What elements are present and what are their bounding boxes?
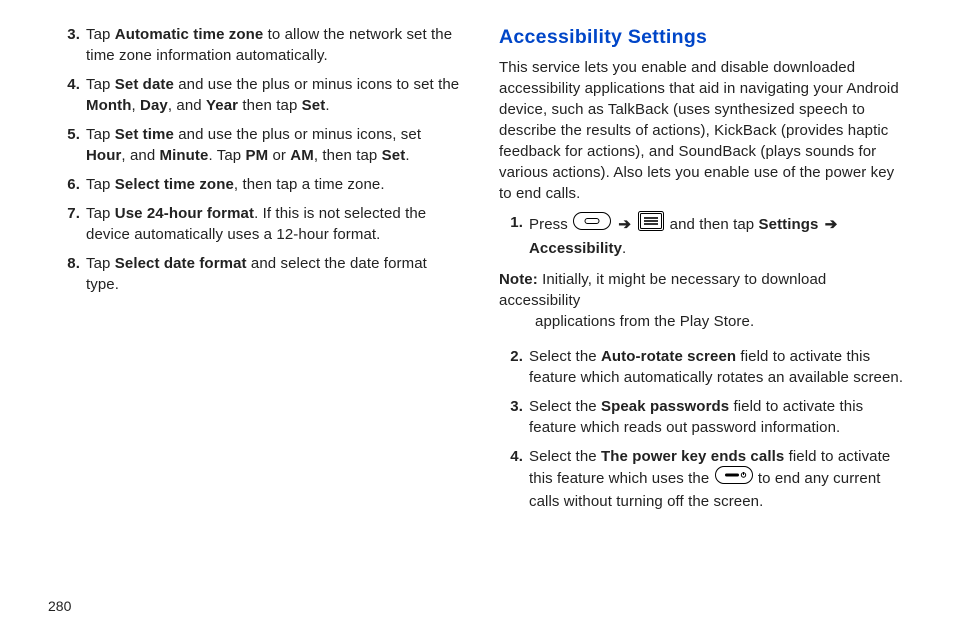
step-text: Tap Automatic time zone to allow the net… (86, 26, 452, 64)
step-number: 3. (499, 396, 523, 417)
note-label: Note: (499, 271, 538, 288)
note-text: Initially, it might be necessary to down… (499, 271, 826, 309)
step-number: 7. (56, 203, 80, 224)
accessibility-steps: 1. Press ➔ and then tap Settings ➔ Acces… (499, 212, 906, 259)
note-text-cont: applications from the Play Store. (499, 311, 906, 332)
accessibility-heading: Accessibility Settings (499, 24, 906, 51)
step-text: Select the Speak passwords field to acti… (529, 398, 863, 436)
step-number: 3. (56, 24, 80, 45)
step-text: Tap Use 24-hour format. If this is not s… (86, 205, 426, 243)
step-number: 8. (56, 253, 80, 274)
right-column: Accessibility Settings This service lets… (499, 24, 906, 626)
arrow-icon: ➔ (616, 216, 633, 233)
step-number: 5. (56, 124, 80, 145)
accessibility-steps-last: 4. Select the The power key ends calls f… (499, 446, 906, 512)
list-item: 7. Tap Use 24-hour format. If this is not… (56, 203, 463, 245)
home-key-icon (573, 212, 611, 236)
step-number: 6. (56, 174, 80, 195)
step-text: Select the The power key ends calls fiel… (529, 448, 890, 510)
list-item: 3. Tap Automatic time zone to allow the n… (56, 24, 463, 66)
step-number: 4. (499, 446, 523, 467)
list-item: 3. Select the Speak passwords field to ac… (499, 396, 906, 438)
page-number: 280 (48, 598, 71, 614)
step-text: Tap Select date format and select the da… (86, 255, 427, 293)
step-number: 2. (499, 346, 523, 367)
power-key-icon (715, 466, 753, 490)
date-time-steps: 3. Tap Automatic time zone to allow the n… (56, 24, 463, 295)
step-1: 1. Press ➔ and then tap Settings ➔ Acces… (499, 212, 906, 259)
step-number: 4. (56, 74, 80, 95)
list-item: 2. Select the Auto-rotate screen field to… (499, 346, 906, 388)
menu-key-icon (638, 211, 664, 237)
list-item: 8. Tap Select date format and select the … (56, 253, 463, 295)
step-number: 1. (499, 212, 523, 233)
list-item: 6. Tap Select time zone, then tap a time … (56, 174, 463, 195)
note-block: Note: Initially, it might be necessary t… (499, 269, 906, 332)
step-text: Press ➔ and then tap Settings ➔ Accessib… (529, 216, 839, 257)
accessibility-intro: This service lets you enable and disable… (499, 57, 906, 204)
list-item: 4. Tap Set date and use the plus or minus… (56, 74, 463, 116)
step-text: Tap Set time and use the plus or minus i… (86, 126, 421, 164)
step-text: Select the Auto-rotate screen field to a… (529, 348, 903, 386)
left-column: 3. Tap Automatic time zone to allow the n… (48, 24, 463, 626)
step-text: Tap Set date and use the plus or minus i… (86, 76, 459, 114)
list-item: 5. Tap Set time and use the plus or minus… (56, 124, 463, 166)
accessibility-steps-cont: 2. Select the Auto-rotate screen field to… (499, 346, 906, 438)
step-text: Tap Select time zone, then tap a time zo… (86, 176, 385, 193)
arrow-icon: ➔ (823, 216, 840, 233)
step-4: 4. Select the The power key ends calls f… (499, 446, 906, 512)
manual-page: 3. Tap Automatic time zone to allow the n… (0, 0, 954, 636)
